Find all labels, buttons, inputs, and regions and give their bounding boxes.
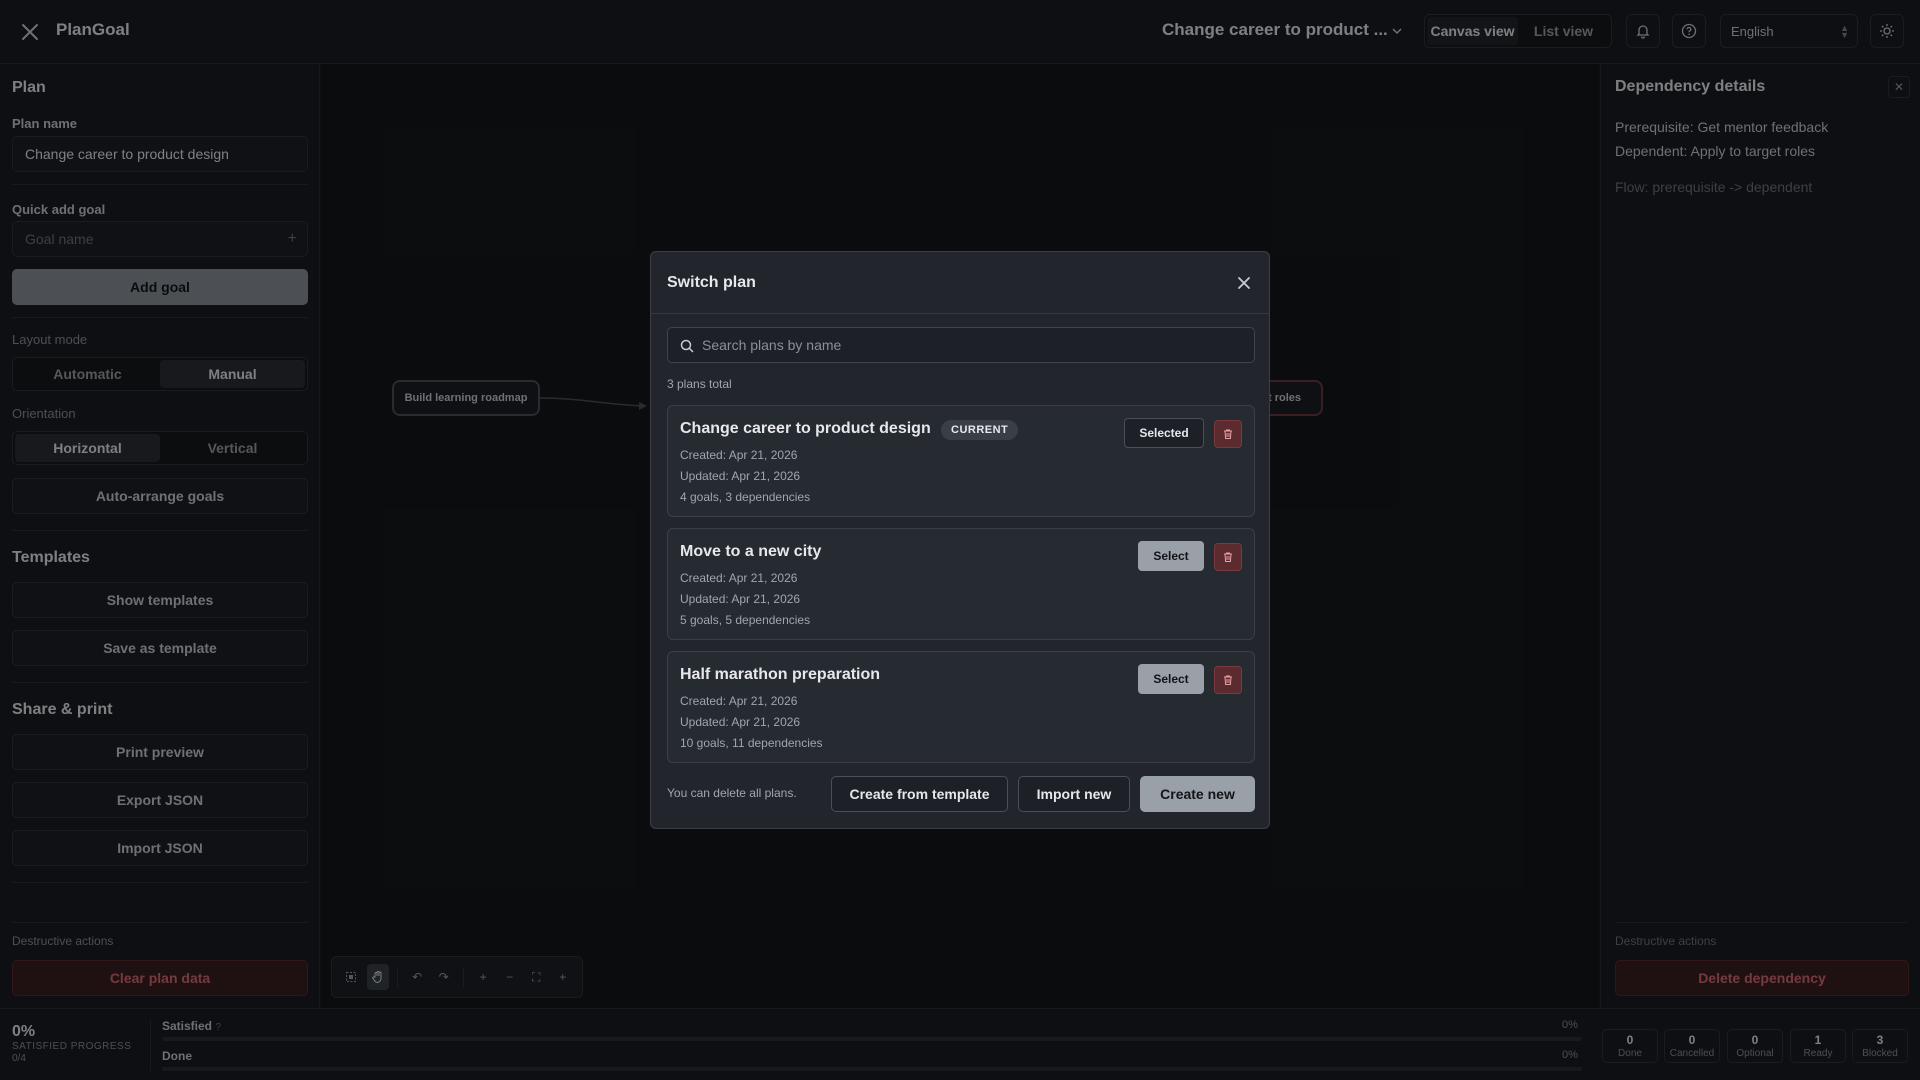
plan-created: Created: Apr 21, 2026 xyxy=(680,694,798,708)
trash-icon xyxy=(1224,429,1232,439)
plans-total: 3 plans total xyxy=(667,377,732,391)
plan-search-input[interactable] xyxy=(702,328,1242,362)
plan-stats: 5 goals, 5 dependencies xyxy=(680,613,811,627)
plan-card[interactable]: Move to a new city Created: Apr 21, 2026… xyxy=(667,528,1255,640)
plan-name: Move to a new city xyxy=(680,543,822,560)
trash-icon xyxy=(1224,552,1232,562)
close-icon[interactable] xyxy=(1235,274,1253,292)
create-from-template-button[interactable]: Create from template xyxy=(831,776,1008,812)
plan-name: Change career to product design xyxy=(680,420,931,437)
search-icon xyxy=(680,339,694,353)
create-new-button[interactable]: Create new xyxy=(1140,776,1255,812)
plan-stats: 4 goals, 3 dependencies xyxy=(680,490,811,504)
select-plan-button[interactable]: Select xyxy=(1138,664,1204,694)
plan-stats: 10 goals, 11 dependencies xyxy=(680,736,823,750)
plan-updated: Updated: Apr 21, 2026 xyxy=(680,469,801,483)
current-badge: CURRENT xyxy=(941,420,1019,440)
delete-plan-button[interactable] xyxy=(1214,666,1242,694)
plan-name: Half marathon preparation xyxy=(680,666,881,683)
plan-created: Created: Apr 21, 2026 xyxy=(680,571,798,585)
switch-plan-dialog: Switch plan 3 plans total Change career … xyxy=(650,251,1270,829)
plan-updated: Updated: Apr 21, 2026 xyxy=(680,715,801,729)
delete-plan-button[interactable] xyxy=(1214,420,1242,448)
delete-plan-button[interactable] xyxy=(1214,543,1242,571)
import-new-button[interactable]: Import new xyxy=(1018,776,1130,812)
plan-card[interactable]: Change career to product design CURRENT … xyxy=(667,405,1255,517)
plan-created: Created: Apr 21, 2026 xyxy=(680,448,798,462)
select-plan-button[interactable]: Select xyxy=(1138,541,1204,571)
plan-updated: Updated: Apr 21, 2026 xyxy=(680,592,801,606)
dialog-header: Switch plan xyxy=(651,252,1269,314)
delete-footnote: You can delete all plans. xyxy=(667,786,797,800)
trash-icon xyxy=(1224,675,1232,685)
plan-search-box xyxy=(667,327,1255,363)
selected-button[interactable]: Selected xyxy=(1124,418,1204,448)
dialog-title: Switch plan xyxy=(667,274,756,291)
plan-card[interactable]: Half marathon preparation Created: Apr 2… xyxy=(667,651,1255,763)
